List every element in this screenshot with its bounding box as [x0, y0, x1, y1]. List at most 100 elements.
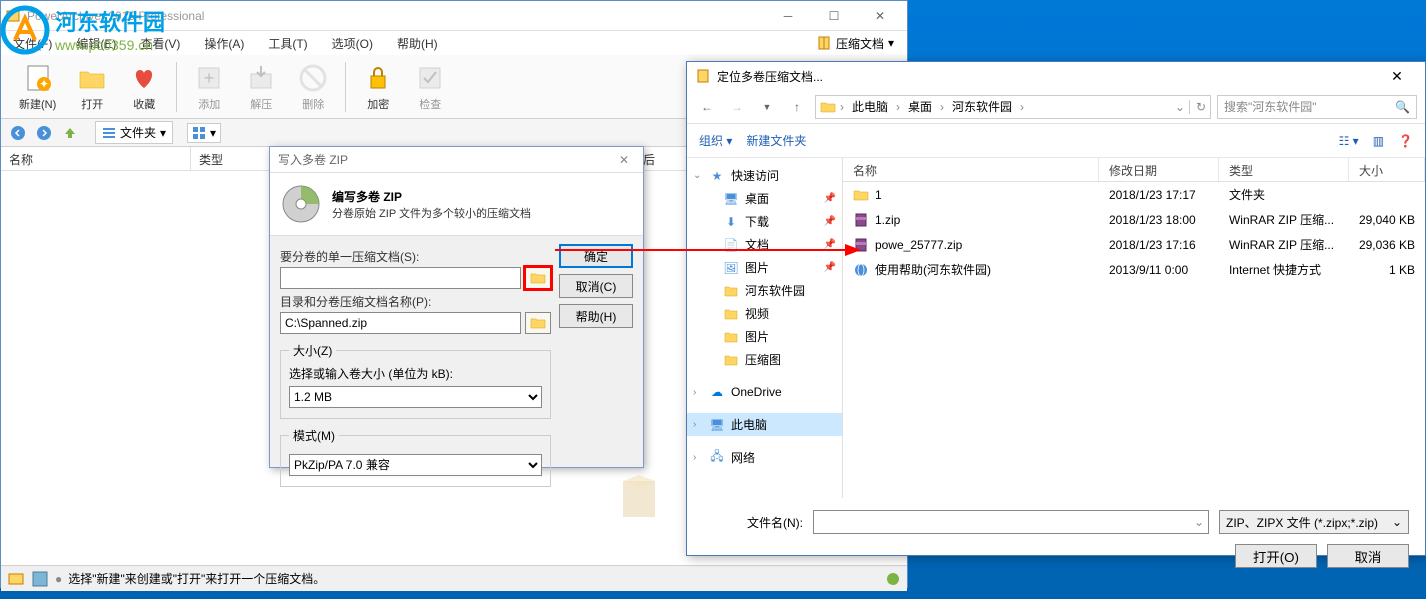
- delete-button[interactable]: 删除: [287, 58, 339, 116]
- menu-file[interactable]: 文件(F): [5, 33, 60, 54]
- cancel-button[interactable]: 取消(C): [559, 274, 633, 298]
- encrypt-button[interactable]: 加密: [352, 58, 404, 116]
- nav-back-button[interactable]: ←: [695, 95, 719, 119]
- file-row[interactable]: powe_25777.zip 2018/1/23 17:16 WinRAR ZI…: [843, 232, 1425, 257]
- menu-action[interactable]: 操作(A): [196, 33, 252, 54]
- breadcrumb-item[interactable]: 河东软件园: [948, 98, 1016, 115]
- mode-select[interactable]: PkZip/PA 7.0 兼容: [289, 454, 542, 476]
- output-path-input[interactable]: [280, 312, 521, 334]
- open-button[interactable]: 打开(O): [1235, 544, 1317, 568]
- menu-tools[interactable]: 工具(T): [260, 33, 315, 54]
- nav-up-button[interactable]: ↑: [785, 95, 809, 119]
- archive-dropdown-label: 压缩文档: [836, 35, 884, 52]
- close-button[interactable]: ✕: [857, 2, 903, 30]
- tree-video[interactable]: 视频: [687, 302, 842, 325]
- tree-network[interactable]: ›🖧网络: [687, 446, 842, 469]
- source-archive-input[interactable]: [280, 267, 521, 289]
- breadcrumb[interactable]: › 此电脑 › 桌面 › 河东软件园 › ⌄ ↻: [815, 95, 1211, 119]
- titlebar: PowerArchiver 2015 Professional ─ ☐ ✕: [1, 1, 907, 31]
- help-icon[interactable]: ❓: [1398, 134, 1413, 148]
- col-type[interactable]: 类型: [1219, 158, 1349, 181]
- tree-pictures[interactable]: 🖼图片📌: [687, 256, 842, 279]
- col-date[interactable]: 修改日期: [1099, 158, 1219, 181]
- new-folder-button[interactable]: 新建文件夹: [746, 132, 806, 149]
- menu-edit[interactable]: 编辑(E): [68, 33, 124, 54]
- tree-hedong[interactable]: 河东软件园: [687, 279, 842, 302]
- refresh-button[interactable]: ↻: [1189, 100, 1206, 114]
- col-size[interactable]: 大小: [1349, 158, 1425, 181]
- view-options-button[interactable]: ☷ ▾: [1339, 134, 1359, 148]
- nav-forward-button[interactable]: →: [725, 95, 749, 119]
- organize-button[interactable]: 组织 ▾: [699, 132, 732, 149]
- browse-source-button[interactable]: [525, 267, 551, 289]
- size-description: 选择或输入卷大小 (单位为 kB):: [289, 365, 542, 382]
- breadcrumb-item[interactable]: 桌面: [904, 98, 936, 115]
- view-style-dropdown[interactable]: ▾: [187, 123, 221, 143]
- menu-view[interactable]: 查看(V): [132, 33, 188, 54]
- folder-icon: [723, 352, 739, 368]
- tree-downloads[interactable]: ⬇下载📌: [687, 210, 842, 233]
- svg-text:✦: ✦: [39, 77, 49, 91]
- file-type-select[interactable]: ZIP、ZIPX 文件 (*.zipx;*.zip)⌄: [1219, 510, 1409, 534]
- open-button[interactable]: 打开: [66, 58, 118, 116]
- check-icon: [414, 62, 446, 94]
- archive-icon: [695, 68, 711, 84]
- volume-size-select[interactable]: 1.2 MB: [289, 386, 542, 408]
- tree-compressed[interactable]: 压缩图: [687, 348, 842, 371]
- extract-button[interactable]: 解压: [235, 58, 287, 116]
- dialog-close-button[interactable]: ✕: [613, 151, 635, 169]
- tree-onedrive[interactable]: ›☁OneDrive: [687, 381, 842, 403]
- output-path-label: 目录和分卷压缩文档名称(P):: [280, 293, 551, 310]
- browse-output-button[interactable]: [525, 312, 551, 334]
- preview-pane-button[interactable]: ▥: [1373, 134, 1384, 148]
- svg-text:+: +: [204, 68, 215, 88]
- tree-pictures2[interactable]: 图片: [687, 325, 842, 348]
- file-row[interactable]: 使用帮助(河东软件园) 2013/9/11 0:00 Internet 快捷方式…: [843, 257, 1425, 282]
- tree-desktop[interactable]: 🖥桌面📌: [687, 187, 842, 210]
- document-icon: 📄: [723, 237, 739, 253]
- nav-history-button[interactable]: ▼: [755, 95, 779, 119]
- ok-button[interactable]: 确定: [559, 244, 633, 268]
- col-name[interactable]: 名称: [1, 147, 191, 170]
- folder-tree: ⌄★快速访问 🖥桌面📌 ⬇下载📌 📄文档📌 🖼图片📌 河东软件园 视频 图片 压…: [687, 158, 843, 498]
- forward-button[interactable]: [33, 122, 55, 144]
- menu-options[interactable]: 选项(O): [324, 33, 381, 54]
- breadcrumb-item[interactable]: 此电脑: [848, 98, 892, 115]
- menu-help[interactable]: 帮助(H): [389, 33, 446, 54]
- filename-input[interactable]: ⌄: [813, 510, 1209, 534]
- file-dialog-title: 定位多卷压缩文档...: [717, 68, 1377, 85]
- search-icon: 🔍: [1395, 100, 1410, 114]
- minimize-button[interactable]: ─: [765, 2, 811, 30]
- archive-dropdown[interactable]: 压缩文档 ▾: [807, 32, 903, 55]
- window-title: PowerArchiver 2015 Professional: [27, 9, 765, 23]
- tree-this-pc[interactable]: ›🖥此电脑: [687, 413, 842, 436]
- favorites-button[interactable]: 收藏: [118, 58, 170, 116]
- col-name[interactable]: 名称: [843, 158, 1099, 181]
- cancel-button[interactable]: 取消: [1327, 544, 1409, 568]
- chevron-down-icon: ▾: [888, 36, 894, 50]
- help-button[interactable]: 帮助(H): [559, 304, 633, 328]
- size-fieldset: 大小(Z) 选择或输入卷大小 (单位为 kB): 1.2 MB: [280, 342, 551, 419]
- file-row[interactable]: 1.zip 2018/1/23 18:00 WinRAR ZIP 压缩... 2…: [843, 207, 1425, 232]
- file-dialog-toolbar: 组织 ▾ 新建文件夹 ☷ ▾ ▥ ❓: [687, 124, 1425, 158]
- file-row[interactable]: 1 2018/1/23 17:17 文件夹: [843, 182, 1425, 207]
- up-button[interactable]: [59, 122, 81, 144]
- file-dialog-close-button[interactable]: ✕: [1377, 68, 1417, 85]
- folder-view-dropdown[interactable]: 文件夹 ▾: [95, 121, 173, 144]
- menubar: 文件(F) 编辑(E) 查看(V) 操作(A) 工具(T) 选项(O) 帮助(H…: [1, 31, 907, 55]
- search-input[interactable]: 搜索"河东软件园" 🔍: [1217, 95, 1417, 119]
- maximize-button[interactable]: ☐: [811, 2, 857, 30]
- new-icon: ✦: [22, 62, 54, 94]
- file-list-header: 名称 修改日期 类型 大小: [843, 158, 1425, 182]
- back-button[interactable]: [7, 122, 29, 144]
- tree-quick-access[interactable]: ⌄★快速访问: [687, 164, 842, 187]
- add-button[interactable]: + 添加: [183, 58, 235, 116]
- tree-documents[interactable]: 📄文档📌: [687, 233, 842, 256]
- new-button[interactable]: ✦ 新建(N): [9, 58, 66, 116]
- status-icon-2: [31, 570, 49, 588]
- star-icon: ★: [709, 168, 725, 184]
- check-button[interactable]: 检查: [404, 58, 456, 116]
- dialog-subheading: 分卷原始 ZIP 文件为多个较小的压缩文档: [332, 205, 531, 221]
- breadcrumb-dropdown-icon[interactable]: ⌄: [1175, 100, 1185, 114]
- folder-icon: [530, 271, 546, 285]
